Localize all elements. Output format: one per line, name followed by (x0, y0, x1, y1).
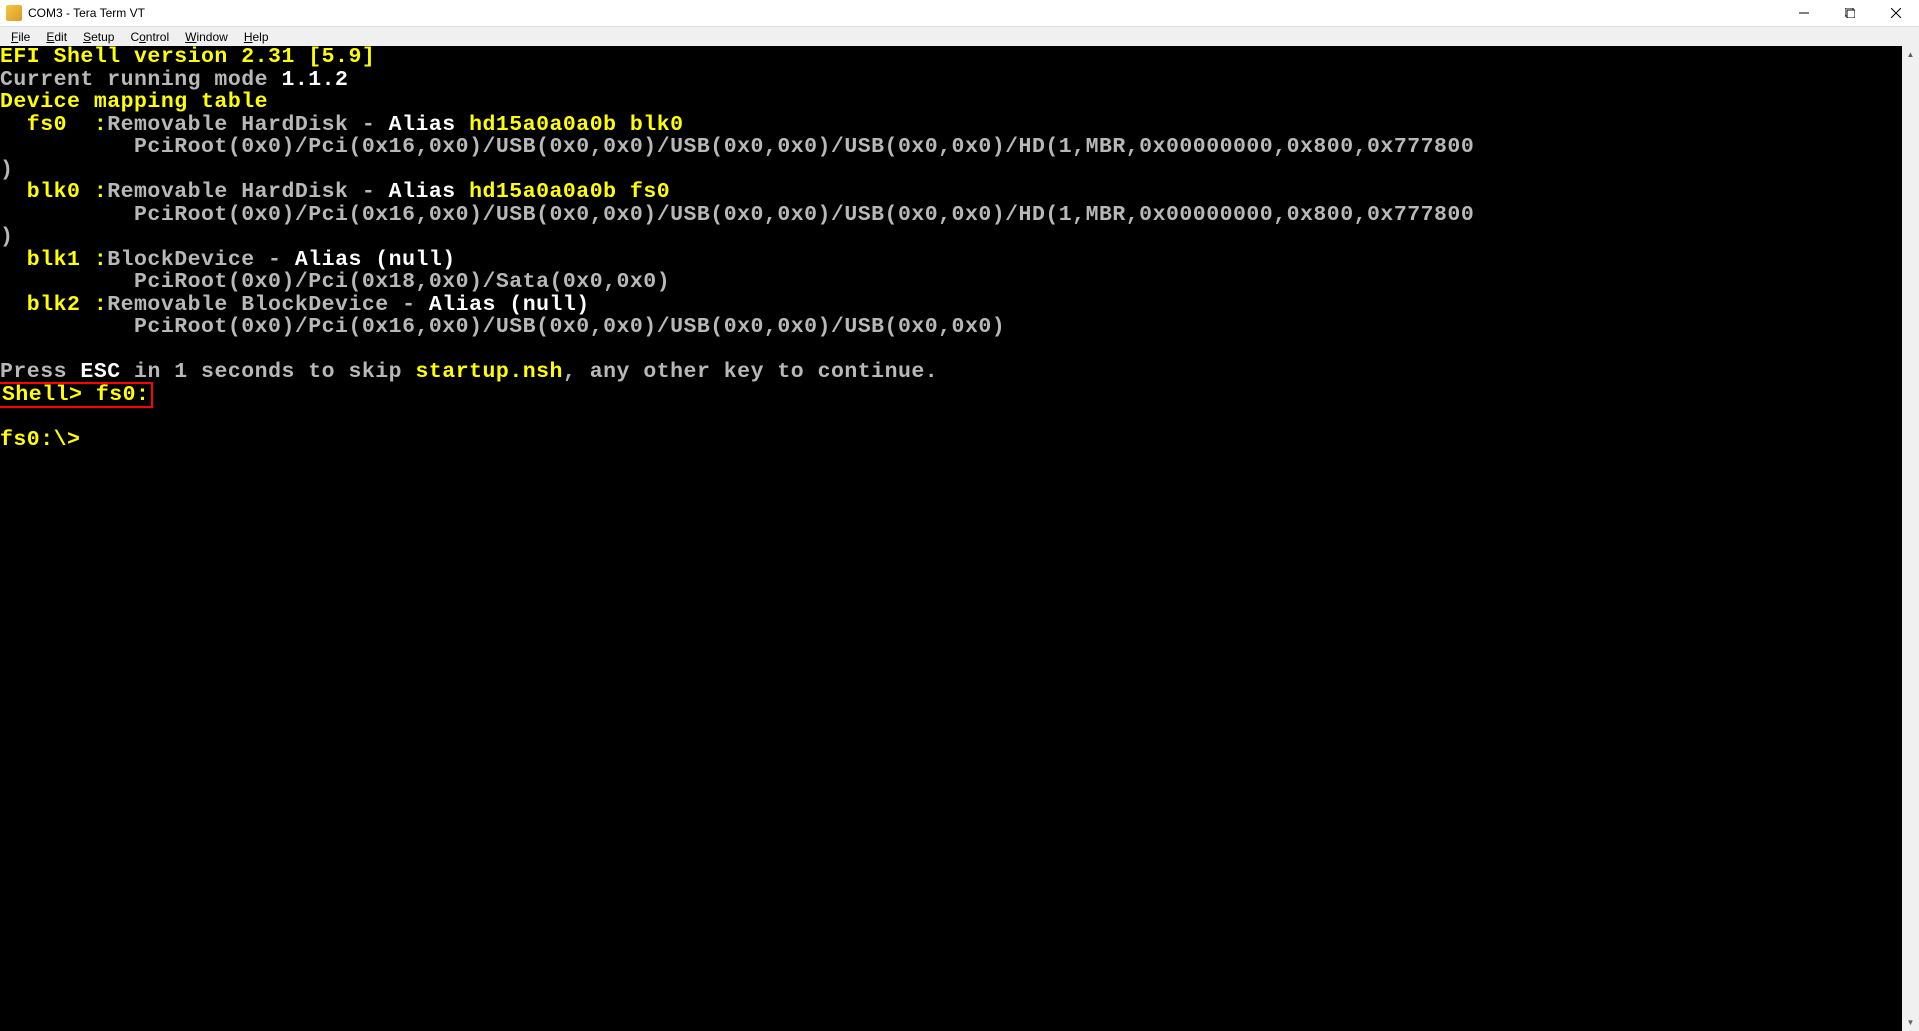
blk0-alias: hd15a0a0a0b fs0 (469, 180, 670, 204)
minimize-button[interactable] (1781, 0, 1827, 26)
window-title: COM3 - Tera Term VT (28, 6, 145, 20)
titlebar[interactable]: COM3 - Tera Term VT (0, 0, 1919, 26)
menu-control[interactable]: Control (123, 29, 176, 45)
fs0-desc: Removable HardDisk - (107, 113, 388, 137)
blk2-alias: (null) (509, 293, 589, 317)
fs0-path: PciRoot(0x0)/Pci(0x16,0x0)/USB(0x0,0x0)/… (0, 135, 1474, 159)
alias-word-3: Alias (295, 248, 375, 272)
blk2-name: blk2 : (0, 293, 107, 317)
scrollbar[interactable]: ▲ ▼ (1902, 46, 1919, 1031)
startup-nsh: startup.nsh (416, 360, 563, 384)
blk1-desc: BlockDevice - (107, 248, 295, 272)
press-1: Press (0, 360, 80, 384)
paren-close-1: ) (0, 158, 13, 182)
mapping-header: Device mapping table (0, 90, 268, 114)
window-controls (1781, 0, 1919, 26)
blk0-desc: Removable HardDisk - (107, 180, 388, 204)
blk1-path: PciRoot(0x0)/Pci(0x18,0x0)/Sata(0x0,0x0) (0, 270, 670, 294)
blk2-desc: Removable BlockDevice - (107, 293, 429, 317)
fs0-alias: hd15a0a0a0b blk0 (469, 113, 683, 137)
menu-setup[interactable]: Setup (76, 29, 121, 45)
alias-word-2: Alias (389, 180, 469, 204)
terminal-wrap: EFI Shell version 2.31 [5.9]Current runn… (0, 46, 1919, 1031)
alias-word: Alias (389, 113, 469, 137)
press-3: , any other key to continue. (563, 360, 938, 384)
scroll-up-icon[interactable]: ▲ (1902, 46, 1919, 63)
blk1-name: blk1 : (0, 248, 107, 272)
maximize-button[interactable] (1827, 0, 1873, 26)
press-2: in 1 seconds to skip (121, 360, 416, 384)
shell-prompt: Shell> fs0: (2, 383, 149, 407)
fs0-prompt: fs0:\> (0, 428, 80, 452)
menu-window[interactable]: Window (178, 29, 235, 45)
esc-key: ESC (80, 360, 120, 384)
highlight-box: Shell> fs0: (0, 382, 153, 409)
scroll-down-icon[interactable]: ▼ (1902, 1014, 1919, 1031)
titlebar-left: COM3 - Tera Term VT (6, 5, 145, 21)
app-icon (6, 5, 22, 21)
paren-close-2: ) (0, 225, 13, 249)
menu-help[interactable]: Help (237, 29, 276, 45)
menu-edit[interactable]: Edit (39, 29, 74, 45)
blk0-path: PciRoot(0x0)/Pci(0x16,0x0)/USB(0x0,0x0)/… (0, 203, 1474, 227)
mode-value: 1.1.2 (281, 68, 348, 92)
alias-word-4: Alias (429, 293, 509, 317)
terminal-output[interactable]: EFI Shell version 2.31 [5.9]Current runn… (0, 46, 1919, 1031)
fs0-name: fs0 : (0, 113, 107, 137)
efi-version: EFI Shell version 2.31 [5.9] (0, 45, 375, 69)
blk1-alias: (null) (375, 248, 455, 272)
menu-file[interactable]: File (4, 29, 37, 45)
menubar: File Edit Setup Control Window Help (0, 26, 1919, 46)
close-button[interactable] (1873, 0, 1919, 26)
mode-label: Current running mode (0, 68, 281, 92)
blk0-name: blk0 : (0, 180, 107, 204)
blk2-path: PciRoot(0x0)/Pci(0x16,0x0)/USB(0x0,0x0)/… (0, 315, 1005, 339)
